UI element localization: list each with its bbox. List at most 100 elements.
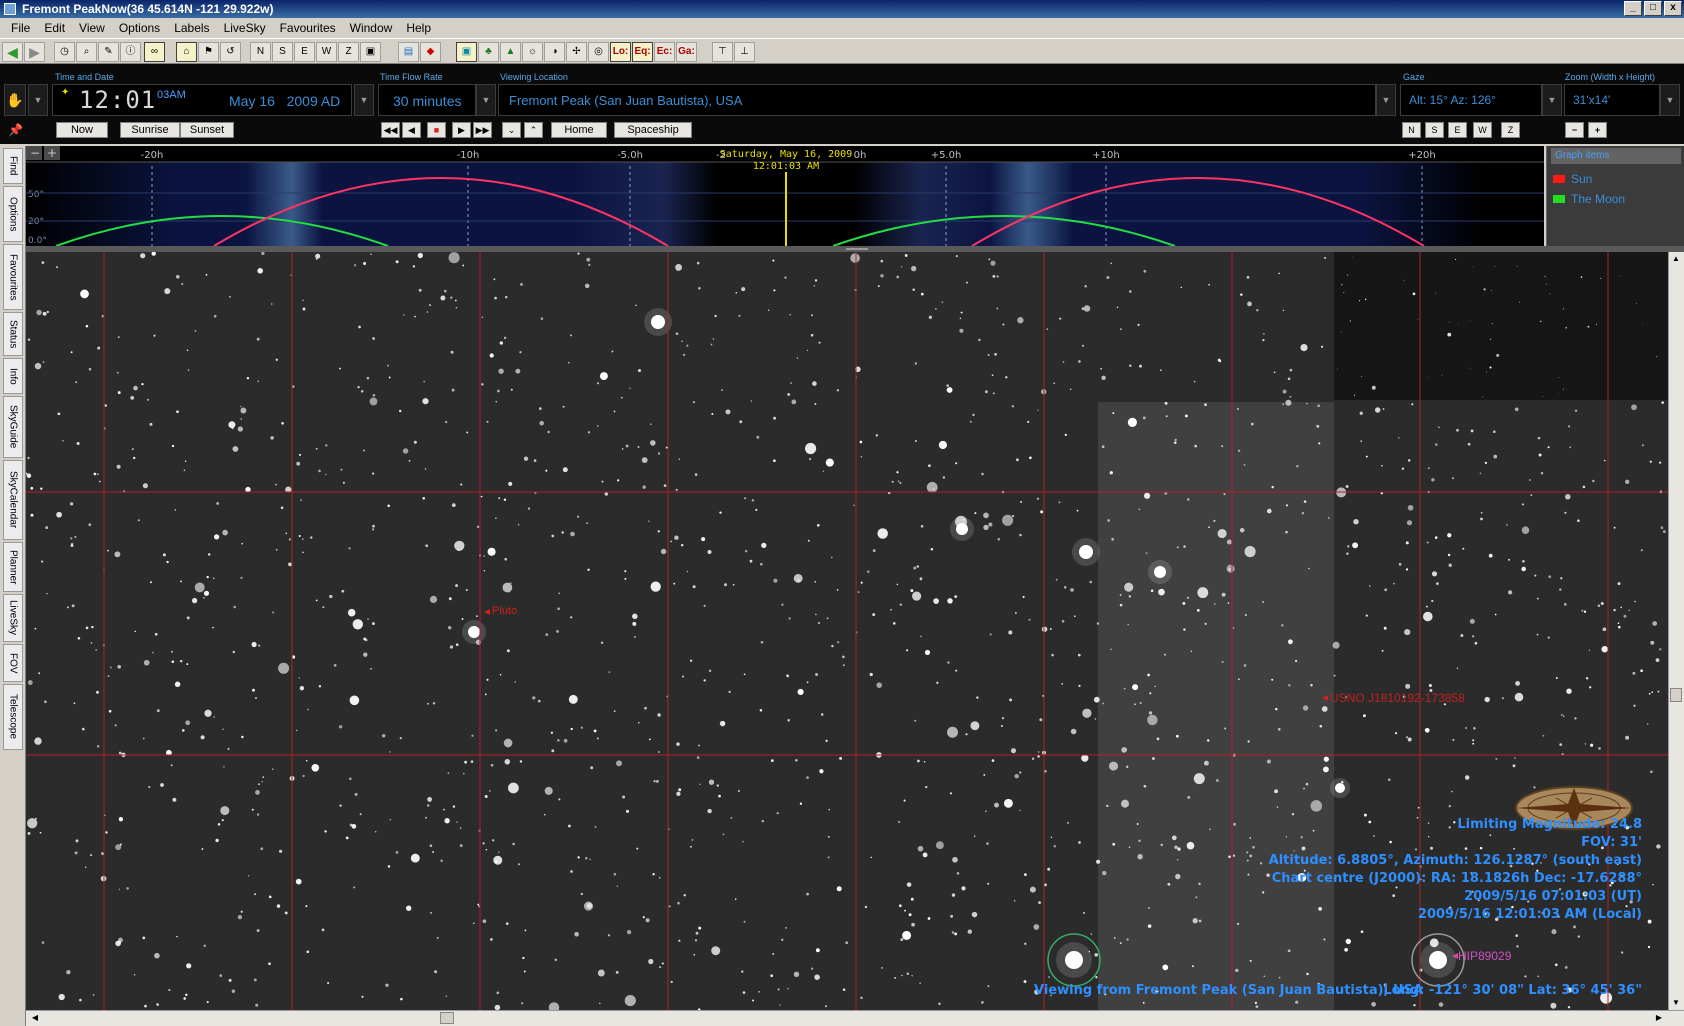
menu-file[interactable]: File [4,18,37,38]
hip-star-label[interactable]: HIP89029 [1458,949,1511,963]
close-button[interactable]: x [1664,1,1682,16]
pluto-label[interactable]: Pluto [492,605,517,617]
scroll-down-icon[interactable]: ▼ [1669,996,1683,1010]
sun-icon[interactable]: ☼ [522,42,543,62]
galactic-grid-button[interactable]: Ga: [676,42,697,62]
home-icon[interactable]: ⌂ [176,42,197,62]
zoom-field[interactable]: 31'x14' [1564,84,1660,116]
zoom-in-button[interactable]: + [1588,122,1607,138]
menu-help[interactable]: Help [399,18,438,38]
moon-icon[interactable]: ◑ [544,42,565,62]
mountain-icon[interactable]: ▲ [500,42,521,62]
gaze-field[interactable]: Alt: 15° Az: 126° [1400,84,1542,116]
menu-favourites[interactable]: Favourites [273,18,343,38]
tab-skycalendar[interactable]: SkyCalendar [3,460,23,540]
north-icon[interactable]: N [250,42,271,62]
tab-options[interactable]: Options [3,186,23,242]
menu-view[interactable]: View [72,18,112,38]
east-button[interactable]: E [1448,122,1467,138]
mount-icon[interactable]: ⊥ [734,42,755,62]
sunrise-button[interactable]: Sunrise [120,122,180,138]
legend-header[interactable]: Graph items [1551,148,1681,164]
usno-star-label[interactable]: USNO J1810192-173858 [1330,691,1465,705]
south-icon[interactable]: S [272,42,293,62]
ecliptic-grid-button[interactable]: Ec: [654,42,675,62]
legend-item-moon[interactable]: The Moon [1553,192,1625,206]
menu-options[interactable]: Options [112,18,167,38]
zoom-dropdown-button[interactable]: ▼ [1660,84,1680,116]
tab-telescope[interactable]: Telescope [3,684,23,750]
maximize-button[interactable]: □ [1644,1,1662,16]
diamond-icon[interactable]: ◆ [420,42,441,62]
viewing-location-field[interactable]: Fremont Peak (San Juan Bautista), USA [498,84,1376,116]
target-icon[interactable]: ▣ [456,42,477,62]
horizontal-scroll-thumb[interactable] [440,1012,454,1024]
step-back-icon[interactable]: ◀ [402,122,421,138]
time-date-field[interactable]: ✦ 12:01 03AM May 16 2009 AD [52,84,352,116]
vertical-scrollbar[interactable]: ▲ ▼ [1668,252,1684,1010]
flag-icon[interactable]: ⚑ [198,42,219,62]
local-grid-button[interactable]: Lo: [610,42,631,62]
time-dropdown-button[interactable]: ▼ [354,84,374,116]
edit-icon[interactable]: ✎ [98,42,119,62]
south-button[interactable]: S [1425,122,1444,138]
menu-livesky[interactable]: LiveSky [217,18,273,38]
tab-favourites[interactable]: Favourites [3,244,23,310]
scroll-left-icon[interactable]: ◀ [28,1011,42,1025]
timeline-graph[interactable]: − + -20h -10h -5.0h -2 0h +5.0h +10h +20… [26,146,1544,246]
zoom-out-button[interactable]: − [1565,122,1584,138]
east-icon[interactable]: E [294,42,315,62]
back-icon[interactable]: ◀ [2,42,23,62]
menu-edit[interactable]: Edit [37,18,72,38]
gaze-dropdown-button[interactable]: ▼ [1542,84,1562,116]
scroll-right-icon[interactable]: ▶ [1652,1011,1666,1025]
hand-icon[interactable]: ✋ [4,84,26,116]
play-icon[interactable]: ▶ [452,122,471,138]
menu-labels[interactable]: Labels [167,18,216,38]
zenith-button[interactable]: Z [1501,122,1520,138]
viewing-location-dropdown-button[interactable]: ▼ [1376,84,1396,116]
zoom-icon[interactable]: ⌕ [76,42,97,62]
clock-icon[interactable]: ◷ [54,42,75,62]
tab-info[interactable]: Info [3,358,23,394]
forward-icon[interactable]: ▶ [24,42,45,62]
chevron-down-icon[interactable]: ⌄ [502,122,521,138]
legend-item-sun[interactable]: Sun [1553,172,1592,186]
west-icon[interactable]: W [316,42,337,62]
equatorial-grid-button[interactable]: Eq: [632,42,653,62]
tab-status[interactable]: Status [3,312,23,356]
tab-fov[interactable]: FOV [3,644,23,682]
info-icon[interactable]: ⓘ [120,42,141,62]
mode-dropdown-button[interactable]: ▼ [28,84,48,116]
tree-icon[interactable]: ♣ [478,42,499,62]
binoculars-icon[interactable]: ∞ [144,42,165,62]
tab-skyguide[interactable]: SkyGuide [3,396,23,458]
tab-planner[interactable]: Planner [3,542,23,592]
telescope-icon[interactable]: ⊤ [712,42,733,62]
spaceship-button[interactable]: Spaceship [614,122,692,138]
constellation-icon[interactable]: ✢ [566,42,587,62]
screen-icon[interactable]: ▣ [360,42,381,62]
home-button[interactable]: Home [551,122,607,138]
now-button[interactable]: Now [56,122,108,138]
rotate-icon[interactable]: ↺ [220,42,241,62]
vertical-scroll-thumb[interactable] [1670,688,1682,702]
west-button[interactable]: W [1473,122,1492,138]
zenith-icon[interactable]: Z [338,42,359,62]
minimize-button[interactable]: _ [1624,1,1642,16]
fast-forward-icon[interactable]: ▶▶ [473,122,492,138]
pin-icon[interactable]: 📌 [8,123,23,137]
window-icon[interactable]: ▤ [398,42,419,62]
galaxy-icon[interactable]: ◎ [588,42,609,62]
menu-window[interactable]: Window [343,18,400,38]
time-flow-field[interactable]: 30 minutes [378,84,476,116]
tab-find[interactable]: Find [3,148,23,184]
stop-icon[interactable]: ■ [427,122,446,138]
time-flow-dropdown-button[interactable]: ▼ [476,84,496,116]
scroll-up-icon[interactable]: ▲ [1669,252,1683,266]
north-button[interactable]: N [1402,122,1421,138]
tab-livesky[interactable]: LiveSky [3,594,23,642]
chevron-up-icon[interactable]: ⌃ [524,122,543,138]
sunset-button[interactable]: Sunset [180,122,234,138]
horizontal-scrollbar[interactable]: ◀ ▶ [26,1010,1684,1026]
